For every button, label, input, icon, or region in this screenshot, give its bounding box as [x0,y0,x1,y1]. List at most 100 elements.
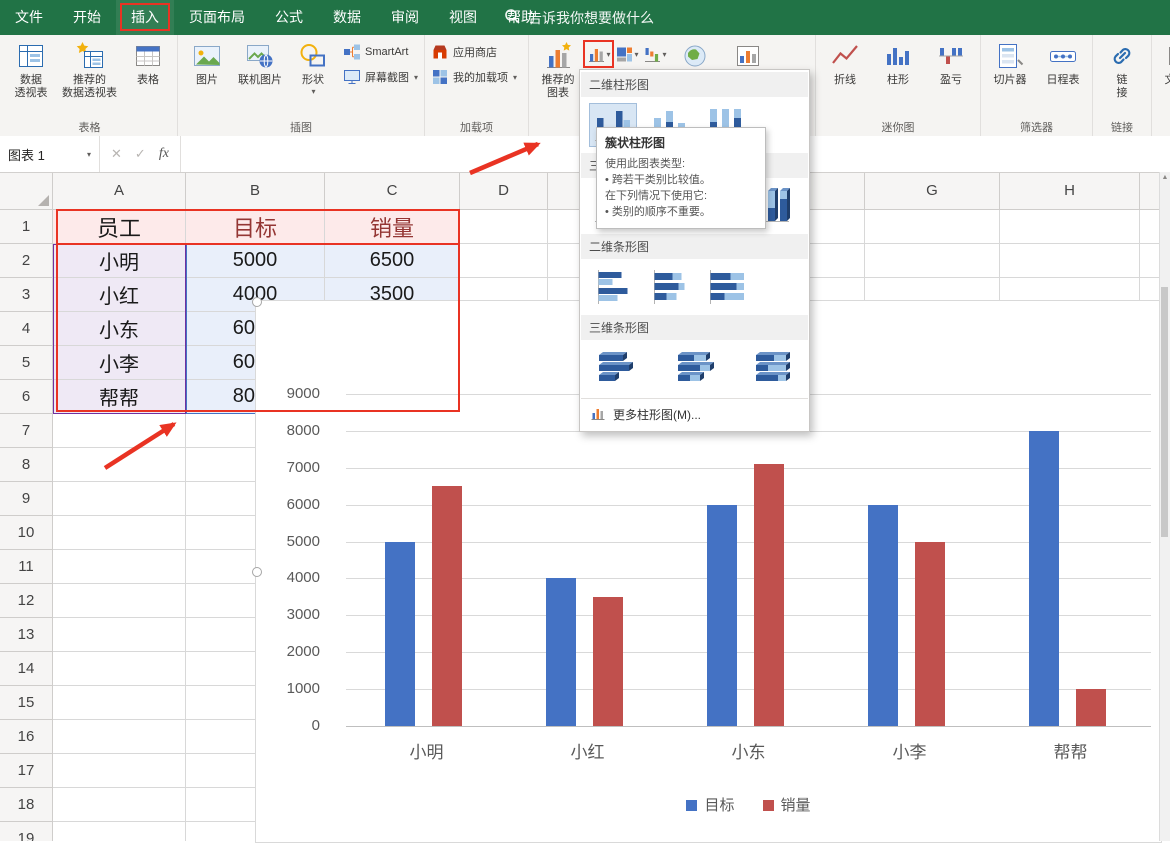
cell[interactable] [53,414,186,448]
row-header-18[interactable]: 18 [0,788,53,822]
row-header-10[interactable]: 10 [0,516,53,550]
sparkline-winloss-button[interactable]: 盈亏 [925,37,977,120]
scrollbar-thumb[interactable] [1161,287,1168,537]
row-header-1[interactable]: 1 [0,210,53,244]
bar-销量-小红[interactable] [593,597,623,726]
bar-目标-帮帮[interactable] [1029,431,1059,726]
legend-item[interactable]: 销量 [763,794,811,815]
bar-目标-小李[interactable] [868,505,898,726]
cell[interactable] [53,448,186,482]
column-chart-button[interactable]: ▾ [585,42,612,66]
row-header-11[interactable]: 11 [0,550,53,584]
col-header-A[interactable]: A [53,172,186,210]
recommended-charts-button[interactable]: 推荐的 图表 [532,37,584,120]
cell[interactable] [865,210,1000,244]
row-header-15[interactable]: 15 [0,686,53,720]
cell[interactable] [53,516,186,550]
textbox-button[interactable]: 文本框▾ [1155,37,1170,120]
cell[interactable] [53,720,186,754]
col-header-H[interactable]: H [1000,172,1140,210]
bar-销量-小李[interactable] [915,542,945,726]
menu-tab-5[interactable]: 数据 [318,0,376,35]
cell-C1[interactable]: 销量 [325,210,460,244]
cell-A4[interactable]: 小东 [53,312,186,346]
smartart-button[interactable]: SmartArt [340,42,421,62]
chart-type-stacked-bar-3d[interactable] [668,346,716,390]
bar-目标-小东[interactable] [707,505,737,726]
col-header-C[interactable]: C [325,172,460,210]
chart-type-clustered-bar[interactable] [589,265,637,309]
row-header-4[interactable]: 4 [0,312,53,346]
cell-A1[interactable]: 员工 [53,210,186,244]
shapes-button[interactable]: 形状▾ [287,37,339,120]
bar-目标-小明[interactable] [385,542,415,726]
col-header-partial[interactable] [1140,172,1160,210]
col-header-G[interactable]: G [865,172,1000,210]
cell[interactable] [1140,210,1160,244]
cell[interactable] [460,244,548,278]
row-header-9[interactable]: 9 [0,482,53,516]
enter-button[interactable]: ✓ [135,146,146,162]
row-header-17[interactable]: 17 [0,754,53,788]
row-header-13[interactable]: 13 [0,618,53,652]
vertical-scrollbar[interactable]: ▲ [1159,172,1170,841]
cell[interactable] [1000,244,1140,278]
menu-tab-6[interactable]: 审阅 [376,0,434,35]
cell-A5[interactable]: 小李 [53,346,186,380]
tell-me-search[interactable]: 告诉我你想要做什么 [503,0,654,35]
timeline-button[interactable]: 日程表 [1037,37,1089,120]
insert-function-button[interactable]: fx [159,146,169,162]
menu-tab-2[interactable]: 插入 [116,0,174,35]
store-button[interactable]: 应用商店 [428,42,520,62]
cell-B2[interactable]: 5000 [186,244,325,278]
row-header-8[interactable]: 8 [0,448,53,482]
cell[interactable] [865,244,1000,278]
sparkline-column-button[interactable]: 柱形 [872,37,924,120]
cell[interactable] [53,754,186,788]
row-header-12[interactable]: 12 [0,584,53,618]
cell[interactable] [1140,244,1160,278]
screenshot-button[interactable]: 屏幕截图▾ [340,67,421,87]
cell[interactable] [53,788,186,822]
row-header-19[interactable]: 19 [0,822,53,841]
row-header-14[interactable]: 14 [0,652,53,686]
cell-A6[interactable]: 帮帮 [53,380,186,414]
menu-tab-7[interactable]: 视图 [434,0,492,35]
col-header-D[interactable]: D [460,172,548,210]
sparkline-line-button[interactable]: 折线 [819,37,871,120]
menu-tab-1[interactable]: 开始 [58,0,116,35]
chart-type-pct-stacked-bar-3d[interactable] [746,346,794,390]
menu-tab-3[interactable]: 页面布局 [174,0,260,35]
row-header-2[interactable]: 2 [0,244,53,278]
row-header-3[interactable]: 3 [0,278,53,312]
online-picture-button[interactable]: 联机图片 [234,37,286,120]
row-header-6[interactable]: 6 [0,380,53,414]
picture-button[interactable]: 图片 [181,37,233,120]
cell[interactable] [53,618,186,652]
selection-handle[interactable] [252,297,262,307]
row-header-5[interactable]: 5 [0,346,53,380]
cell[interactable] [53,584,186,618]
menu-tab-0[interactable]: 文件 [0,0,58,35]
hierarchy-chart-button[interactable]: ▾ [613,42,640,66]
cell[interactable] [53,550,186,584]
cell[interactable] [53,822,186,841]
legend-item[interactable]: 目标 [686,794,734,815]
col-header-B[interactable]: B [186,172,325,210]
cell[interactable] [460,210,548,244]
chart-type-pct-stacked-bar[interactable] [701,265,749,309]
chart-type-clustered-bar-3d[interactable] [589,346,637,390]
link-button[interactable]: 链 接 [1096,37,1148,120]
chart-type-stacked-bar[interactable] [645,265,693,309]
select-all-corner[interactable] [0,172,53,210]
chevron-down-icon[interactable]: ▾ [87,150,91,159]
cell[interactable] [53,482,186,516]
cell[interactable] [53,652,186,686]
table-button[interactable]: 表格 [122,37,174,120]
bar-销量-小明[interactable] [432,486,462,726]
cell-A2[interactable]: 小明 [53,244,186,278]
row-header-16[interactable]: 16 [0,720,53,754]
cancel-button[interactable]: ✕ [111,146,122,162]
waterfall-chart-button[interactable]: ▾ [641,42,668,66]
pivot-table-button[interactable]: 数据 透视表 [5,37,57,120]
